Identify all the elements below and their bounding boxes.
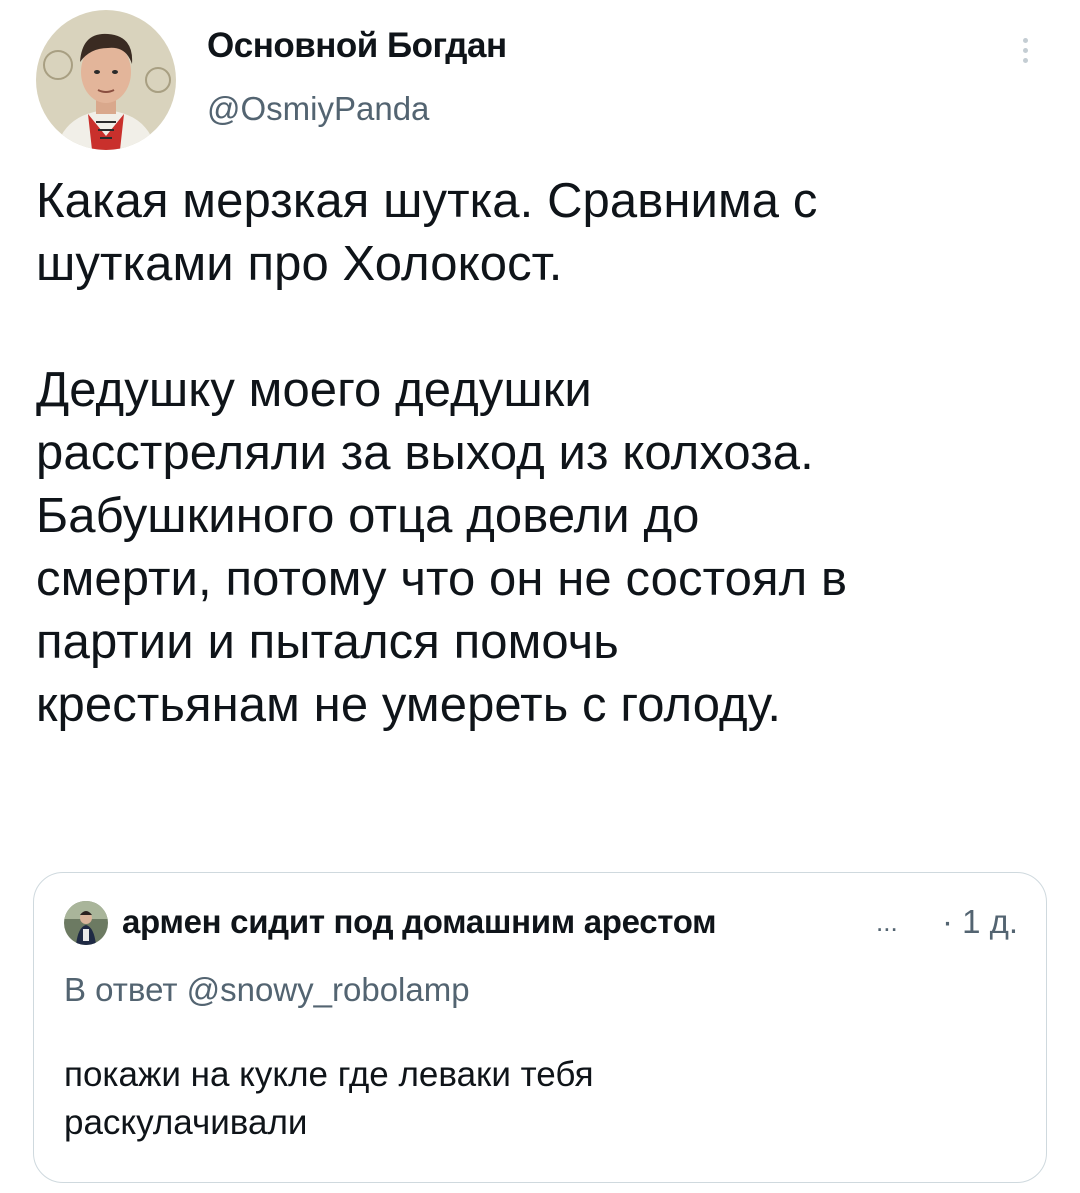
tweet-text: Какая мерзкая шутка. Сравнима с шутками … — [36, 174, 848, 732]
quoted-author-truncation: ... — [876, 907, 898, 937]
more-vertical-icon[interactable] — [1010, 30, 1040, 70]
quoted-tweet-time[interactable]: · 1 д. — [942, 903, 1018, 941]
quoted-tweet-card[interactable]: армен сидит под домашним арестом ... · 1… — [33, 872, 1047, 1183]
quoted-tweet-text: покажи на кукле где леваки тебя раскулач… — [64, 1055, 594, 1142]
tweet: Основной Богдан @OsmiyPanda Какая мерзка… — [0, 0, 1080, 1193]
quoted-author-name[interactable]: армен сидит под домашним арестом — [122, 903, 717, 941]
author-handle[interactable]: @OsmiyPanda — [207, 90, 429, 128]
quoted-author-avatar[interactable] — [64, 901, 108, 945]
author-name[interactable]: Основной Богдан — [207, 26, 507, 66]
quoted-reply-context[interactable]: В ответ @snowy_robolamp — [64, 971, 470, 1009]
author-avatar[interactable] — [36, 10, 176, 150]
